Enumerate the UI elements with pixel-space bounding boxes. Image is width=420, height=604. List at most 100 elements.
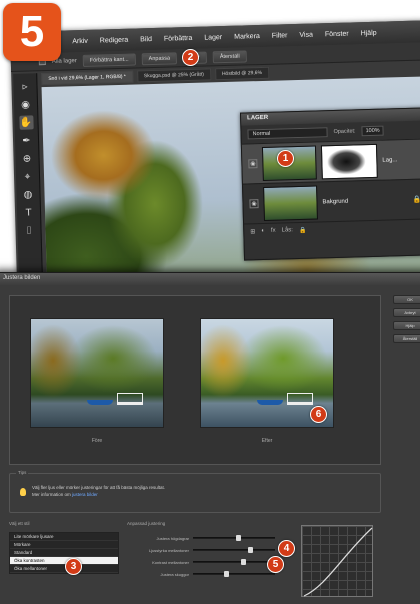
visibility-eye-icon[interactable]: ◉ xyxy=(249,199,259,209)
slider-row: Justera skuggor xyxy=(127,568,287,580)
doc-tab[interactable]: Skugga.psd @ 25% (Grått) xyxy=(136,68,212,83)
slider-label: Kontrast mellantoner xyxy=(152,559,189,565)
slider-knob[interactable] xyxy=(247,547,253,553)
layer-thumbnail xyxy=(263,185,318,221)
lock-label: Lås: xyxy=(281,227,294,234)
layer-row-adjustment[interactable]: ◉ Lag... xyxy=(241,138,420,184)
dock-shape xyxy=(287,393,313,405)
opacity-label: Opacitet: xyxy=(333,128,356,136)
layer-row-background[interactable]: ◉ Bakgrund 🔒 xyxy=(242,178,420,224)
opacity-field[interactable]: 100% xyxy=(361,125,384,137)
slider-label: Justera högdagrar xyxy=(156,535,189,541)
dock-shape xyxy=(117,393,143,405)
doc-tab[interactable]: Höstbild @ 29,6% xyxy=(214,66,270,81)
slider-label: Ljusstyrka mellantoner xyxy=(148,547,189,553)
refine-edge-button[interactable]: Förbättra kant... xyxy=(82,53,136,67)
menu-enhance[interactable]: Förbättra xyxy=(164,34,193,42)
presets-section: Välj ett stil Lite mörkare ljusare Mörka… xyxy=(9,521,119,574)
callout-badge-3: 3 xyxy=(65,558,82,575)
tutorial-screenshot: Arkiv Redigera Bild Förbättra Lager Mark… xyxy=(0,0,420,604)
preset-item[interactable]: Lite mörkare ljusare xyxy=(10,533,118,541)
help-button[interactable]: Hjälp xyxy=(393,321,420,330)
boat-shape xyxy=(257,400,283,405)
layers-panel: LAGER Normal Opacitet: 100% ◉ Lag... ◉ B… xyxy=(239,107,420,261)
tips-label: Tips xyxy=(16,470,29,475)
menu-image[interactable]: Bild xyxy=(140,36,152,43)
selection-tool-icon[interactable]: ⊕ xyxy=(20,151,34,165)
dialog-side-buttons: OK Avbryt Hjälp Återställ xyxy=(393,295,420,343)
layer-name: Bakgrund xyxy=(322,198,349,205)
type-tool-icon[interactable]: T xyxy=(21,205,35,219)
hand-tool-icon[interactable]: ✋ xyxy=(18,115,34,130)
layer-name: Lag... xyxy=(382,156,398,164)
menu-select[interactable]: Markera xyxy=(234,33,260,41)
visibility-eye-icon[interactable]: ◉ xyxy=(248,159,258,169)
tips-link[interactable]: justera bilder xyxy=(72,492,98,497)
adjustment-layer-icon[interactable]: ◐ xyxy=(261,228,265,235)
lock-icon: 🔒 xyxy=(412,196,420,204)
boat-shape xyxy=(87,400,113,405)
toolbox: ▹ ◉ ✋ ✒ ⊕ ⌖ ◍ T ⌷ xyxy=(13,73,44,302)
tips-text: Välj fler ljus eller mörker justeringar … xyxy=(32,485,166,490)
callout-badge-4: 4 xyxy=(278,540,295,557)
effects-icon[interactable]: fx xyxy=(271,228,276,235)
adjust-button[interactable]: Anpassa xyxy=(141,51,178,65)
ok-button[interactable]: OK xyxy=(393,295,420,304)
tips-more-label: Mer information om xyxy=(32,492,71,497)
slider-knob[interactable] xyxy=(235,535,241,541)
menu-filter[interactable]: Filter xyxy=(272,32,288,39)
callout-badge-1: 1 xyxy=(277,150,294,167)
cancel-button[interactable]: Avbryt xyxy=(393,308,420,317)
menu-help[interactable]: Hjälp xyxy=(361,29,377,36)
zoom-tool-icon[interactable]: ◉ xyxy=(18,97,32,111)
curve-line xyxy=(303,527,373,597)
callout-badge-6: 6 xyxy=(310,406,327,423)
slider-knob[interactable] xyxy=(224,571,230,577)
reset-button[interactable]: Återställ xyxy=(212,49,247,63)
step-number-badge: 5 xyxy=(3,3,61,61)
callout-badge-2: 2 xyxy=(182,49,199,66)
curve-graph[interactable] xyxy=(301,525,373,597)
preset-item[interactable]: Mörkare xyxy=(10,541,118,549)
callout-badge-5: 5 xyxy=(267,556,284,573)
slider-row: Justera högdagrar xyxy=(127,532,287,544)
dialog-title: Justera bilden xyxy=(0,273,420,285)
new-layer-icon[interactable]: ⊞ xyxy=(250,228,255,235)
slider-track[interactable] xyxy=(193,559,275,565)
preview-after-caption: Efter xyxy=(261,438,273,444)
preview-area: Före Efter xyxy=(9,295,381,465)
preset-item[interactable]: Standard xyxy=(10,549,118,557)
doc-tab-active[interactable]: Snö i vid 29,6% (Lager 1, RGB/8) * xyxy=(41,70,134,86)
tips-box: Tips Välj fler ljus eller mörker justeri… xyxy=(9,470,381,513)
slider-knob[interactable] xyxy=(241,559,247,565)
presets-label: Välj ett stil xyxy=(9,521,30,526)
reset-button[interactable]: Återställ xyxy=(393,334,420,343)
slider-row: Kontrast mellantoner xyxy=(127,556,287,568)
menu-layer[interactable]: Lager xyxy=(204,34,222,41)
menu-file[interactable]: Arkiv xyxy=(72,37,88,44)
slider-row: Ljusstyrka mellantoner xyxy=(127,544,287,556)
custom-adjust-section: Anpassad justering Justera högdagrar Lju… xyxy=(127,521,287,580)
crop-tool-icon[interactable]: ⌷ xyxy=(22,223,36,237)
menu-view[interactable]: Visa xyxy=(299,31,313,38)
move-tool-icon[interactable]: ▹ xyxy=(18,79,32,93)
layer-mask-thumbnail[interactable] xyxy=(320,143,378,179)
brush-tool-icon[interactable]: ◍ xyxy=(21,187,35,201)
menu-edit[interactable]: Redigera xyxy=(100,36,129,44)
lasso-tool-icon[interactable]: ⌖ xyxy=(20,169,34,183)
slider-track[interactable] xyxy=(193,571,275,577)
adjust-dialog: Justera bilden Före Efter OK Avbryt Hjäl… xyxy=(0,272,420,604)
custom-adjust-label: Anpassad justering xyxy=(127,521,166,526)
slider-label: Justera skuggor xyxy=(160,571,189,577)
lock-all-icon[interactable]: 🔒 xyxy=(299,227,307,234)
preset-item-selected[interactable]: Öka kontrasten xyxy=(10,557,118,565)
presets-list: Lite mörkare ljusare Mörkare Standard Ök… xyxy=(9,532,119,574)
slider-track[interactable] xyxy=(193,535,275,541)
eyedropper-tool-icon[interactable]: ✒ xyxy=(19,133,33,147)
preset-item[interactable]: Öka mellantoner xyxy=(10,565,118,573)
menu-window[interactable]: Fönster xyxy=(325,30,349,38)
slider-track[interactable] xyxy=(193,547,275,553)
lightbulb-icon xyxy=(20,488,26,496)
preview-before-caption: Före xyxy=(91,438,103,444)
blend-mode-select[interactable]: Normal xyxy=(247,127,328,140)
